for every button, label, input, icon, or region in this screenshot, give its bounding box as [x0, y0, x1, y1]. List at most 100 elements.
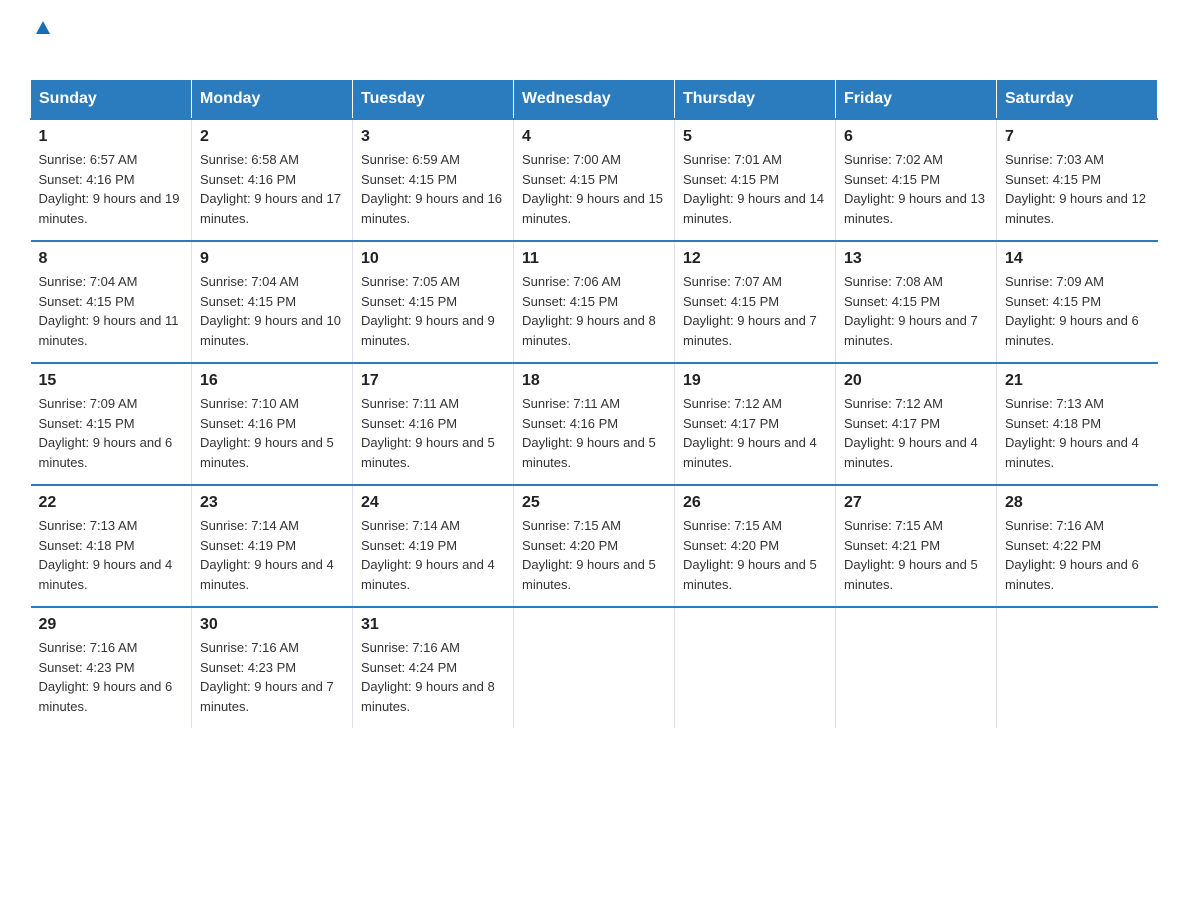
day-number: 9: [200, 250, 344, 268]
day-number: 22: [39, 494, 184, 512]
day-cell-29: 29 Sunrise: 7:16 AMSunset: 4:23 PMDayligh…: [31, 607, 192, 728]
day-number: 31: [361, 616, 505, 634]
day-info: Sunrise: 7:14 AMSunset: 4:19 PMDaylight:…: [361, 516, 505, 594]
day-cell-30: 30Sunrise: 7:16 AMSunset: 4:23 PMDayligh…: [192, 607, 353, 728]
logo-arrow-icon: [32, 16, 54, 38]
day-number: 23: [200, 494, 344, 512]
day-cell-16: 16 Sunrise: 7:10 AMSunset: 4:16 PMDayligh…: [192, 363, 353, 485]
day-info: Sunrise: 7:03 AMSunset: 4:15 PMDaylight:…: [1005, 150, 1150, 228]
day-cell-10: 10Sunrise: 7:05 AMSunset: 4:15 PMDayligh…: [353, 241, 514, 363]
day-cell-15: 15Sunrise: 7:09 AMSunset: 4:15 PMDayligh…: [31, 363, 192, 485]
day-cell-7: 7 Sunrise: 7:03 AMSunset: 4:15 PMDaylight…: [997, 119, 1158, 241]
week-row-4: 22 Sunrise: 7:13 AMSunset: 4:18 PMDayligh…: [31, 485, 1158, 607]
weekday-header-friday: Friday: [836, 80, 997, 120]
day-number: 26: [683, 494, 827, 512]
day-cell-22: 22 Sunrise: 7:13 AMSunset: 4:18 PMDayligh…: [31, 485, 192, 607]
weekday-header-tuesday: Tuesday: [353, 80, 514, 120]
day-number: 14: [1005, 250, 1150, 268]
day-number: 1: [39, 128, 184, 146]
day-info: Sunrise: 7:00 AMSunset: 4:15 PMDaylight:…: [522, 150, 666, 228]
day-number: 27: [844, 494, 988, 512]
empty-cell: [514, 607, 675, 728]
day-info: Sunrise: 7:01 AMSunset: 4:15 PMDaylight:…: [683, 150, 827, 228]
day-info: Sunrise: 7:04 AMSunset: 4:15 PMDaylight:…: [200, 272, 344, 350]
day-cell-25: 25Sunrise: 7:15 AMSunset: 4:20 PMDayligh…: [514, 485, 675, 607]
day-number: 12: [683, 250, 827, 268]
day-number: 5: [683, 128, 827, 146]
day-number: 6: [844, 128, 988, 146]
day-info: Sunrise: 7:16 AMSunset: 4:22 PMDaylight:…: [1005, 516, 1150, 594]
weekday-header-sunday: Sunday: [31, 80, 192, 120]
day-cell-11: 11Sunrise: 7:06 AMSunset: 4:15 PMDayligh…: [514, 241, 675, 363]
day-info: Sunrise: 7:07 AMSunset: 4:15 PMDaylight:…: [683, 272, 827, 350]
day-info: Sunrise: 7:13 AMSunset: 4:18 PMDaylight:…: [1005, 394, 1150, 472]
week-row-1: 1Sunrise: 6:57 AMSunset: 4:16 PMDaylight…: [31, 119, 1158, 241]
empty-cell: [836, 607, 997, 728]
day-cell-3: 3 Sunrise: 6:59 AMSunset: 4:15 PMDaylight…: [353, 119, 514, 241]
day-info: Sunrise: 7:09 AMSunset: 4:15 PMDaylight:…: [39, 394, 184, 472]
calendar-table: SundayMondayTuesdayWednesdayThursdayFrid…: [30, 79, 1158, 728]
day-info: Sunrise: 7:10 AMSunset: 4:16 PMDaylight:…: [200, 394, 344, 472]
day-info: Sunrise: 7:11 AMSunset: 4:16 PMDaylight:…: [361, 394, 505, 472]
day-number: 19: [683, 372, 827, 390]
day-cell-8: 8 Sunrise: 7:04 AMSunset: 4:15 PMDaylight…: [31, 241, 192, 363]
day-info: Sunrise: 6:59 AMSunset: 4:15 PMDaylight:…: [361, 150, 505, 228]
day-number: 29: [39, 616, 184, 634]
day-info: Sunrise: 7:04 AMSunset: 4:15 PMDaylight:…: [39, 272, 184, 350]
day-number: 10: [361, 250, 505, 268]
day-number: 8: [39, 250, 184, 268]
day-info: Sunrise: 7:12 AMSunset: 4:17 PMDaylight:…: [683, 394, 827, 472]
day-cell-4: 4 Sunrise: 7:00 AMSunset: 4:15 PMDaylight…: [514, 119, 675, 241]
day-number: 13: [844, 250, 988, 268]
day-number: 18: [522, 372, 666, 390]
day-info: Sunrise: 7:16 AMSunset: 4:24 PMDaylight:…: [361, 638, 505, 716]
day-cell-26: 26 Sunrise: 7:15 AMSunset: 4:20 PMDayligh…: [675, 485, 836, 607]
day-cell-24: 24 Sunrise: 7:14 AMSunset: 4:19 PMDayligh…: [353, 485, 514, 607]
day-number: 24: [361, 494, 505, 512]
weekday-header-saturday: Saturday: [997, 80, 1158, 120]
day-cell-5: 5 Sunrise: 7:01 AMSunset: 4:15 PMDaylight…: [675, 119, 836, 241]
week-row-5: 29 Sunrise: 7:16 AMSunset: 4:23 PMDayligh…: [31, 607, 1158, 728]
day-number: 11: [522, 250, 666, 268]
day-cell-1: 1Sunrise: 6:57 AMSunset: 4:16 PMDaylight…: [31, 119, 192, 241]
day-cell-27: 27 Sunrise: 7:15 AMSunset: 4:21 PMDayligh…: [836, 485, 997, 607]
day-info: Sunrise: 7:13 AMSunset: 4:18 PMDaylight:…: [39, 516, 184, 594]
empty-cell: [997, 607, 1158, 728]
day-cell-2: 2 Sunrise: 6:58 AMSunset: 4:16 PMDaylight…: [192, 119, 353, 241]
day-info: Sunrise: 7:09 AMSunset: 4:15 PMDaylight:…: [1005, 272, 1150, 350]
day-info: Sunrise: 7:15 AMSunset: 4:21 PMDaylight:…: [844, 516, 988, 594]
day-number: 30: [200, 616, 344, 634]
day-info: Sunrise: 7:14 AMSunset: 4:19 PMDaylight:…: [200, 516, 344, 594]
day-number: 3: [361, 128, 505, 146]
day-cell-13: 13 Sunrise: 7:08 AMSunset: 4:15 PMDayligh…: [836, 241, 997, 363]
day-number: 25: [522, 494, 666, 512]
day-cell-6: 6 Sunrise: 7:02 AMSunset: 4:15 PMDaylight…: [836, 119, 997, 241]
day-cell-28: 28Sunrise: 7:16 AMSunset: 4:22 PMDayligh…: [997, 485, 1158, 607]
weekday-header-row: SundayMondayTuesdayWednesdayThursdayFrid…: [31, 80, 1158, 120]
day-number: 2: [200, 128, 344, 146]
day-cell-18: 18 Sunrise: 7:11 AMSunset: 4:16 PMDayligh…: [514, 363, 675, 485]
day-cell-21: 21 Sunrise: 7:13 AMSunset: 4:18 PMDayligh…: [997, 363, 1158, 485]
day-number: 20: [844, 372, 988, 390]
day-info: Sunrise: 7:12 AMSunset: 4:17 PMDaylight:…: [844, 394, 988, 472]
day-info: Sunrise: 7:15 AMSunset: 4:20 PMDaylight:…: [683, 516, 827, 594]
day-info: Sunrise: 6:58 AMSunset: 4:16 PMDaylight:…: [200, 150, 344, 228]
day-number: 7: [1005, 128, 1150, 146]
day-cell-23: 23 Sunrise: 7:14 AMSunset: 4:19 PMDayligh…: [192, 485, 353, 607]
day-cell-12: 12 Sunrise: 7:07 AMSunset: 4:15 PMDayligh…: [675, 241, 836, 363]
day-info: Sunrise: 7:11 AMSunset: 4:16 PMDaylight:…: [522, 394, 666, 472]
day-cell-19: 19 Sunrise: 7:12 AMSunset: 4:17 PMDayligh…: [675, 363, 836, 485]
day-number: 21: [1005, 372, 1150, 390]
weekday-header-wednesday: Wednesday: [514, 80, 675, 120]
day-number: 4: [522, 128, 666, 146]
week-row-3: 15Sunrise: 7:09 AMSunset: 4:15 PMDayligh…: [31, 363, 1158, 485]
day-info: Sunrise: 7:08 AMSunset: 4:15 PMDaylight:…: [844, 272, 988, 350]
day-info: Sunrise: 7:02 AMSunset: 4:15 PMDaylight:…: [844, 150, 988, 228]
day-cell-20: 20 Sunrise: 7:12 AMSunset: 4:17 PMDayligh…: [836, 363, 997, 485]
logo: [30, 20, 54, 69]
weekday-header-monday: Monday: [192, 80, 353, 120]
empty-cell: [675, 607, 836, 728]
page-header: [30, 20, 1158, 69]
day-number: 16: [200, 372, 344, 390]
day-info: Sunrise: 7:16 AMSunset: 4:23 PMDaylight:…: [39, 638, 184, 716]
